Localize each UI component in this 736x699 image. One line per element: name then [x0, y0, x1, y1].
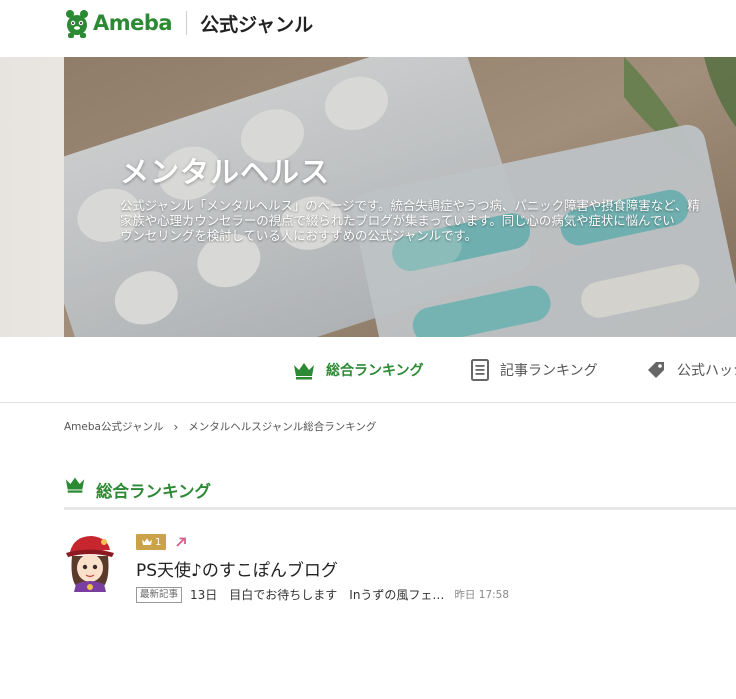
genre-tabs: 総合ランキング 記事ランキング 公式ハッシ — [0, 337, 736, 403]
document-icon — [471, 359, 489, 381]
chevron-right-icon: › — [173, 419, 179, 434]
site-header: Ameba 公式ジャンル — [0, 0, 736, 56]
trend-up-arrow-icon — [176, 537, 187, 547]
description-line: 公式ジャンル「メンタルヘルス」のページです。統合失調症やうつ病、パニック障害や摂… — [120, 198, 700, 213]
section-title: 総合ランキング — [96, 482, 212, 501]
breadcrumb-link-genre-top[interactable]: Ameba公式ジャンル — [64, 419, 163, 434]
rank-badge-row: 1 — [136, 534, 187, 550]
entry-timestamp: 昨日 17:58 — [454, 589, 510, 601]
description-line: ウンセリングを検討している人におすすめの公式ジャンルです。 — [120, 228, 478, 243]
brand-name: Ameba — [93, 11, 173, 35]
crown-icon — [142, 538, 152, 545]
ranking-item[interactable]: 1 PS天使♪のすこぽんブログ 最新記事 13日 目白でお待ちします Inうずの… — [64, 530, 736, 606]
genre-heading: 公式ジャンル — [200, 13, 314, 36]
section-header: 総合ランキング — [64, 474, 736, 510]
rank-badge: 1 — [136, 534, 167, 550]
description-line: 家族や心理カウンセラーの視点で綴られたブログが集まっています。同じ心の病気や症状… — [120, 213, 675, 228]
genre-title: メンタルヘルス — [120, 155, 331, 189]
tab-overall-ranking[interactable]: 総合ランキング — [292, 357, 424, 383]
logo-divider — [186, 11, 188, 35]
tab-official-hashtag[interactable]: 公式ハッシ — [645, 357, 736, 383]
tab-label: 記事ランキング — [500, 363, 598, 379]
genre-description: 公式ジャンル「メンタルヘルス」のページです。統合失調症やうつ病、パニック障害や摂… — [120, 198, 736, 243]
blog-title-link[interactable]: PS天使♪のすこぽんブログ — [136, 556, 338, 581]
crown-icon — [65, 477, 85, 493]
ameba-mascot-icon — [66, 10, 88, 38]
ameba-logo[interactable]: Ameba 公式ジャンル — [64, 6, 313, 40]
blogger-avatar[interactable] — [64, 532, 116, 592]
breadcrumb: Ameba公式ジャンル › メンタルヘルスジャンル総合ランキング — [64, 419, 376, 434]
tab-article-ranking[interactable]: 記事ランキング — [470, 357, 598, 383]
latest-entry: 最新記事 13日 目白でお待ちします Inうずの風フェ… 昨日 17:58 — [136, 586, 509, 603]
latest-entry-badge: 最新記事 — [136, 586, 183, 603]
latest-entry-link[interactable]: 13日 目白でお待ちします Inうずの風フェ… — [190, 586, 444, 603]
rank-number: 1 — [155, 536, 162, 548]
crown-icon — [294, 363, 314, 380]
tab-label: 総合ランキング — [326, 363, 424, 379]
tab-label: 公式ハッシ — [677, 363, 736, 379]
breadcrumb-current: メンタルヘルスジャンル総合ランキング — [188, 421, 377, 433]
pill-blister-image — [64, 57, 736, 337]
hero-banner: メンタルヘルス 公式ジャンル「メンタルヘルス」のページです。統合失調症やうつ病、… — [64, 57, 736, 337]
tag-icon — [648, 362, 664, 378]
